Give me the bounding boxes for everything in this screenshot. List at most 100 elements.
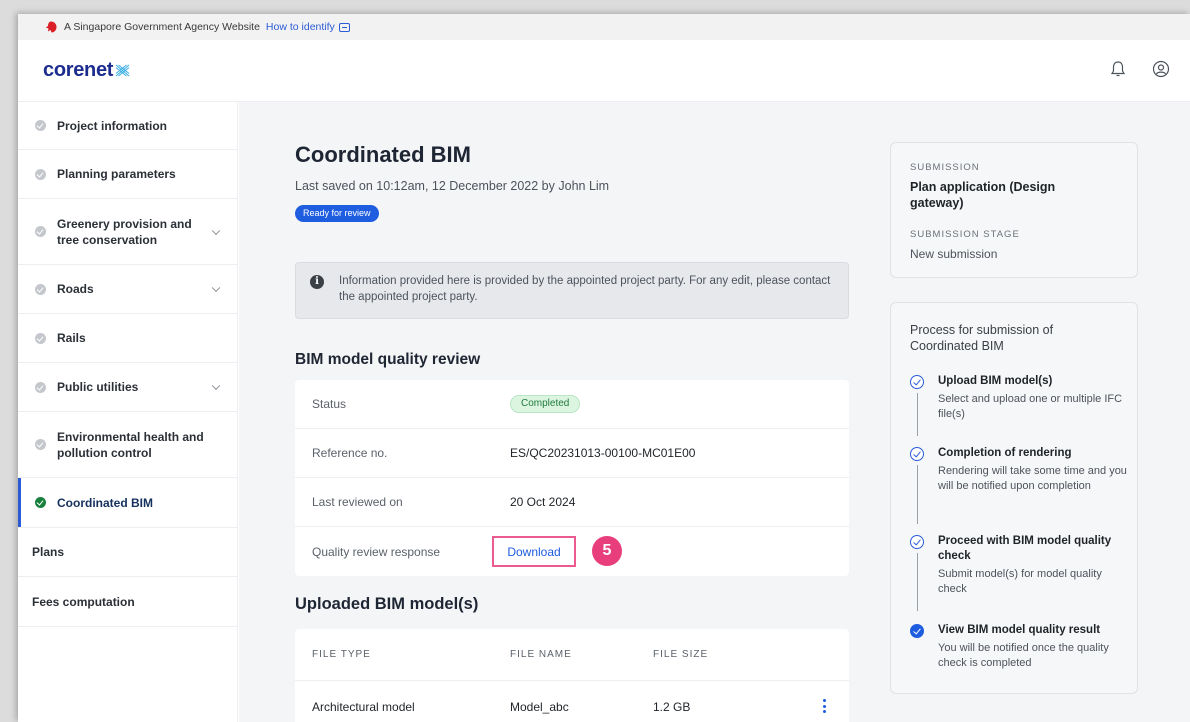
process-title: Process for submission of Coordinated BI… <box>910 323 1054 353</box>
check-circle-filled-icon <box>910 624 924 638</box>
sidebar-item-label: Project information <box>57 118 168 133</box>
sidebar-item-label: Greenery provision and tree conservation <box>57 216 192 247</box>
submission-panel: SUBMISSION Plan application (Design gate… <box>890 142 1138 278</box>
table-header: FILE TYPE FILE NAME FILE SIZE <box>295 629 849 681</box>
singapore-lion-icon <box>45 21 57 33</box>
uploaded-section-title: Uploaded BIM model(s) <box>295 595 479 613</box>
review-row-last-reviewed: Last reviewed on 20 Oct 2024 <box>295 478 849 527</box>
info-banner: i Information provided here is provided … <box>295 262 849 319</box>
step-description: Select and upload one or multiple IFC fi… <box>938 393 1123 420</box>
header-icons <box>1110 60 1170 78</box>
check-circle-icon <box>35 439 46 450</box>
column-header: FILE SIZE <box>653 649 709 660</box>
column-header: FILE TYPE <box>312 649 371 660</box>
sidebar-item-coordinated-bim[interactable]: Coordinated BIM <box>18 478 237 528</box>
step-title: View BIM model quality result <box>938 624 1101 636</box>
check-circle-icon <box>35 120 46 131</box>
step-connector <box>916 393 918 436</box>
completed-badge: Completed <box>510 395 581 413</box>
user-icon[interactable] <box>1152 60 1170 78</box>
identify-expand-icon[interactable] <box>338 22 350 32</box>
sidebar-item-planning-parameters[interactable]: Planning parameters <box>18 150 237 199</box>
gov-masthead: A Singapore Government Agency Website Ho… <box>18 14 1190 40</box>
submission-caption: SUBMISSION <box>910 162 980 173</box>
process-step: Proceed with BIM model quality check Sub… <box>910 534 1130 611</box>
process-step: Completion of rendering Rendering will t… <box>910 446 1130 524</box>
process-step: Upload BIM model(s) Select and upload on… <box>910 374 1130 436</box>
last-saved-text: Last saved on 10:12am, 12 December 2022 … <box>295 179 610 193</box>
row-label: Last reviewed on <box>312 495 403 509</box>
submission-value: Plan application (Design gateway) <box>910 180 1056 210</box>
chevron-down-icon[interactable] <box>211 283 221 293</box>
review-card: Status Completed Reference no. ES/QC2023… <box>295 380 849 576</box>
sidebar-item-label: Rails <box>57 331 86 345</box>
sidebar-item-label: Plans <box>32 545 65 559</box>
step-connector <box>916 465 918 524</box>
file-type-cell: Architectural model <box>312 700 415 714</box>
sidebar-item-fees-computation[interactable]: Fees computation <box>18 577 237 627</box>
sidebar-item-environmental-health[interactable]: Environmental health and pollution contr… <box>18 412 237 478</box>
table-row: Architectural model Model_abc 1.2 GB <box>295 681 849 722</box>
check-circle-icon <box>910 375 924 389</box>
check-circle-icon <box>910 535 924 549</box>
logo-x-icon <box>115 64 130 77</box>
info-text: Information provided here is provided by… <box>339 275 831 303</box>
sidebar: Project information Planning parameters … <box>18 102 238 722</box>
row-label: Quality review response <box>312 544 441 559</box>
process-step: View BIM model quality result You will b… <box>910 623 1130 671</box>
page-title: Coordinated BIM <box>295 142 471 167</box>
sidebar-item-label: Fees computation <box>32 594 135 609</box>
logo-text: corenet <box>43 59 114 81</box>
last-reviewed-value: 20 Oct 2024 <box>510 495 576 509</box>
sidebar-item-label: Coordinated BIM <box>57 495 153 510</box>
corenet-logo[interactable]: corenet <box>43 59 131 82</box>
sidebar-item-rails[interactable]: Rails <box>18 314 237 363</box>
check-circle-icon <box>35 381 46 393</box>
step-title: Upload BIM model(s) <box>938 375 1053 387</box>
reference-value: ES/QC20231013-00100-MC01E00 <box>510 446 696 460</box>
step-description: Submit model(s) for model quality check <box>938 568 1102 595</box>
review-section-title: BIM model quality review <box>295 351 481 368</box>
step-title: Completion of rendering <box>938 447 1072 459</box>
sidebar-item-project-information[interactable]: Project information <box>18 102 237 150</box>
step-number-badge: 5 <box>592 536 622 566</box>
sidebar-item-greenery[interactable]: Greenery provision and tree conservation <box>18 199 237 265</box>
step-title: Proceed with BIM model quality check <box>938 535 1112 562</box>
check-circle-icon <box>910 447 924 461</box>
app-header: corenet <box>18 40 1190 102</box>
row-label: Status <box>312 397 347 411</box>
submission-stage-caption: SUBMISSION STAGE <box>910 229 1020 240</box>
review-row-response: Quality review response Download 5 <box>295 527 849 576</box>
chevron-down-icon[interactable] <box>211 226 221 235</box>
chevron-down-icon[interactable] <box>211 381 221 391</box>
sidebar-item-label: Planning parameters <box>57 167 176 181</box>
more-options-icon[interactable] <box>823 699 827 716</box>
sidebar-item-roads[interactable]: Roads <box>18 265 237 314</box>
download-link[interactable]: Download <box>492 536 576 567</box>
step-description: Rendering will take some time and you wi… <box>938 465 1127 492</box>
gov-text: A Singapore Government Agency Website <box>64 21 260 33</box>
sidebar-item-label: Environmental health and pollution contr… <box>57 429 204 460</box>
file-name-cell: Model_abc <box>510 700 569 714</box>
submission-stage-value: New submission <box>910 247 998 261</box>
sidebar-item-public-utilities[interactable]: Public utilities <box>18 363 237 412</box>
status-badge: Ready for review <box>295 205 379 222</box>
step-description: You will be notified once the quality ch… <box>938 642 1109 669</box>
check-circle-icon <box>35 497 46 508</box>
check-circle-icon <box>35 283 46 295</box>
process-panel: Process for submission of Coordinated BI… <box>890 302 1138 694</box>
check-circle-icon <box>35 168 46 180</box>
step-connector <box>916 553 918 611</box>
bell-icon[interactable] <box>1110 60 1126 78</box>
main-content: Coordinated BIM Last saved on 10:12am, 1… <box>239 102 1190 722</box>
review-row-status: Status Completed <box>295 380 849 429</box>
sidebar-item-plans[interactable]: Plans <box>18 528 237 577</box>
review-row-reference: Reference no. ES/QC20231013-00100-MC01E0… <box>295 429 849 478</box>
row-label: Reference no. <box>312 446 388 460</box>
how-to-identify-link[interactable]: How to identify <box>266 21 335 33</box>
check-circle-icon <box>35 226 46 237</box>
check-circle-icon <box>35 332 46 344</box>
sidebar-item-label: Public utilities <box>57 380 139 394</box>
sidebar-item-label: Roads <box>57 282 94 296</box>
info-icon: i <box>310 275 324 289</box>
